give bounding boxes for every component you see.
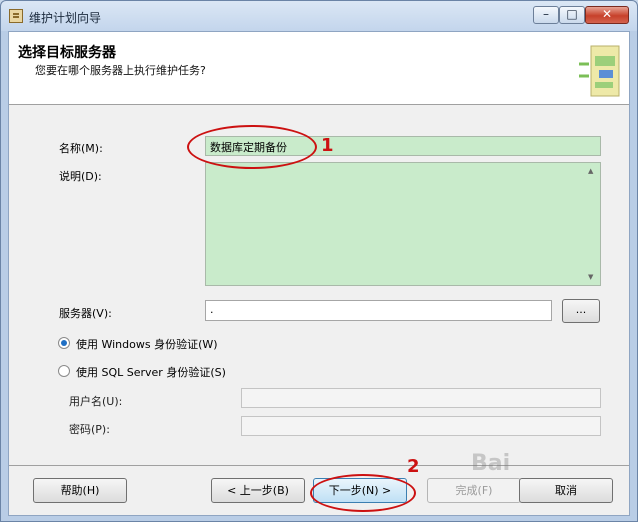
cancel-button[interactable]: 取消 [519, 478, 613, 503]
page-title: 选择目标服务器 [18, 45, 116, 61]
annotation-circle-next [310, 474, 416, 512]
username-label: 用户名(U): [69, 395, 123, 408]
scroll-up-icon[interactable]: ▲ [588, 167, 593, 175]
minimize-button[interactable]: – [533, 6, 559, 24]
sql-auth-radio[interactable] [58, 365, 70, 377]
maximize-icon: □ [566, 7, 578, 21]
browse-server-button[interactable]: ... [562, 299, 600, 323]
wizard-window: 维护计划向导 – □ ✕ 选择目标服务器 您要在哪个服务器上执行维护任务? 名称… [0, 0, 638, 522]
annotation-number-1: 1 [321, 135, 334, 156]
wizard-client-area: 选择目标服务器 您要在哪个服务器上执行维护任务? 名称(M): 数据库定期备份 … [8, 31, 630, 516]
windows-auth-label[interactable]: 使用 Windows 身份验证(W) [76, 336, 218, 352]
watermark-logo: Bai [471, 451, 511, 476]
name-label: 名称(M): [59, 142, 103, 155]
back-button[interactable]: < 上一步(B) [211, 478, 305, 503]
server-input[interactable]: . [205, 300, 552, 321]
description-textarea[interactable]: ▲ ▼ [205, 162, 601, 286]
server-label: 服务器(V): [59, 307, 112, 320]
sql-auth-label[interactable]: 使用 SQL Server 身份验证(S) [76, 364, 226, 380]
page-subtitle: 您要在哪个服务器上执行维护任务? [35, 64, 206, 77]
annotation-number-2: 2 [407, 456, 420, 477]
description-label: 说明(D): [59, 170, 102, 183]
help-button[interactable]: 帮助(H) [33, 478, 127, 503]
close-icon: ✕ [601, 7, 613, 21]
description-scrollbar[interactable]: ▲ ▼ [585, 163, 600, 285]
footer-divider [9, 465, 629, 466]
password-label: 密码(P): [69, 423, 110, 436]
minimize-icon: – [543, 7, 549, 21]
wizard-graphic-icon [579, 45, 620, 97]
windows-auth-radio[interactable] [58, 337, 70, 349]
scroll-down-icon[interactable]: ▼ [588, 273, 593, 281]
wizard-app-icon [9, 9, 23, 23]
finish-button[interactable]: 完成(F) [427, 478, 521, 503]
username-input[interactable] [241, 388, 601, 408]
password-input[interactable] [241, 416, 601, 436]
annotation-circle-name [187, 125, 317, 169]
close-button[interactable]: ✕ [585, 6, 629, 24]
window-title: 维护计划向导 [29, 11, 102, 25]
maximize-button[interactable]: □ [559, 6, 585, 24]
wizard-header: 选择目标服务器 您要在哪个服务器上执行维护任务? [9, 32, 629, 105]
title-bar[interactable]: 维护计划向导 – □ ✕ [1, 1, 637, 31]
